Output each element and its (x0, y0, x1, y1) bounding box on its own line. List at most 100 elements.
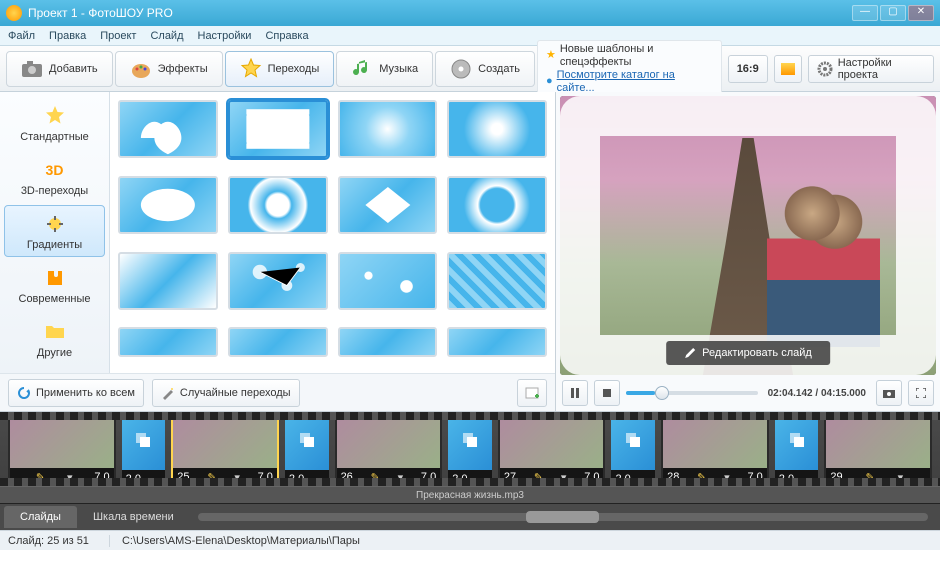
effects-label: Эффекты (158, 63, 208, 75)
status-position: Слайд: 25 из 51 (8, 535, 89, 547)
transitions-button[interactable]: Переходы (225, 51, 335, 87)
camera-icon (21, 58, 43, 80)
aspect-ratio-button[interactable]: 16:9 (728, 55, 768, 83)
slide-thumb[interactable]: ✎▾7.0 (8, 420, 116, 478)
timeline-scrollbar[interactable] (198, 513, 928, 521)
menu-slide[interactable]: Слайд (150, 30, 183, 42)
snapshot-button[interactable] (876, 380, 902, 406)
cat-standard[interactable]: Стандартные (4, 97, 105, 149)
settings-label: Настройки проекта (838, 57, 925, 81)
star-small-icon: ★ (546, 49, 556, 62)
scrollbar-thumb[interactable] (526, 511, 599, 523)
slide-thumb[interactable]: 25✎▾7.0 (171, 420, 279, 478)
transitions-label: Переходы (268, 63, 320, 75)
app-logo-icon (6, 5, 22, 21)
random-button[interactable]: Случайные переходы (152, 379, 300, 407)
pencil-icon (684, 347, 696, 359)
preview-overlay (560, 96, 936, 375)
effects-button[interactable]: Эффекты (115, 51, 223, 87)
info-panel: ★ Новые шаблоны и спецэффекты ● Посмотрите… (537, 40, 722, 98)
transition-slot[interactable]: 2.0 (775, 420, 819, 478)
transition-thumb[interactable] (228, 100, 328, 158)
transition-slot[interactable]: 2.0 (448, 420, 492, 478)
palette-icon (130, 58, 152, 80)
add-transition-button[interactable] (517, 379, 547, 407)
transition-thumb[interactable] (338, 327, 438, 357)
fullscreen-button[interactable] (908, 380, 934, 406)
puzzle-icon (43, 266, 67, 290)
stop-button[interactable] (594, 380, 620, 406)
tab-timeline[interactable]: Шкала времени (77, 506, 190, 528)
menu-project[interactable]: Проект (100, 30, 136, 42)
preview-pane: Редактировать слайд 02:04.142 / 04:15.00… (556, 92, 940, 411)
status-path: C:\Users\AMS-Elena\Desktop\Материалы\Пар… (109, 535, 360, 547)
slide-thumb[interactable]: 27✎▾7.0 (498, 420, 606, 478)
cat-modern[interactable]: Современные (4, 259, 105, 311)
slides-row: ✎▾7.02.025✎▾7.02.026✎▾7.02.027✎▾7.02.028… (0, 420, 940, 478)
edit-slide-button[interactable]: Редактировать слайд (666, 341, 830, 365)
music-label: Музыка (379, 63, 418, 75)
audio-track[interactable]: Прекрасная жизнь.mp3 (0, 486, 940, 504)
slide-thumb[interactable]: 29✎▾ (824, 420, 932, 478)
window-title: Проект 1 - ФотоШОУ PRO (28, 6, 173, 20)
transition-thumb[interactable] (447, 327, 547, 357)
tab-slides[interactable]: Слайды (4, 506, 77, 528)
minimize-button[interactable]: — (852, 5, 878, 21)
transition-thumb[interactable] (228, 252, 328, 310)
3d-icon: 3D (43, 158, 67, 182)
gear-icon (817, 61, 833, 77)
transition-thumb[interactable] (118, 327, 218, 357)
project-settings-button[interactable]: Настройки проекта (808, 55, 934, 83)
plus-icon (524, 385, 540, 401)
menu-edit[interactable]: Правка (49, 30, 86, 42)
transition-thumb[interactable] (338, 252, 438, 310)
transition-thumb[interactable] (338, 176, 438, 234)
category-list: Стандартные 3D3D-переходы Градиенты Совр… (0, 92, 110, 373)
gradient-icon (43, 212, 67, 236)
transition-thumb[interactable] (118, 176, 218, 234)
transition-thumb[interactable] (228, 327, 328, 357)
menu-settings[interactable]: Настройки (198, 30, 252, 42)
transition-thumb[interactable] (447, 252, 547, 310)
star-icon (43, 104, 67, 128)
music-button[interactable]: Музыка (336, 51, 433, 87)
cat-3d[interactable]: 3D3D-переходы (4, 151, 105, 203)
close-button[interactable]: ✕ (908, 5, 934, 21)
transition-thumb[interactable] (118, 100, 218, 158)
disc-icon (450, 58, 472, 80)
pause-button[interactable] (562, 380, 588, 406)
catalog-link[interactable]: Посмотрите каталог на сайте... (557, 69, 713, 95)
cat-other[interactable]: Другие (4, 313, 105, 365)
main-toolbar: Добавить Эффекты Переходы Музыка Создать… (0, 46, 940, 92)
add-label: Добавить (49, 63, 98, 75)
slide-thumb[interactable]: 28✎▾7.0 (661, 420, 769, 478)
transition-thumb[interactable] (447, 100, 547, 158)
info-line1: Новые шаблоны и спецэффекты (560, 43, 713, 69)
filmstrip-top (0, 412, 940, 420)
seek-knob[interactable] (655, 386, 669, 400)
menu-file[interactable]: Файл (8, 30, 35, 42)
menu-help[interactable]: Справка (265, 30, 308, 42)
transition-thumb[interactable] (228, 176, 328, 234)
create-button[interactable]: Создать (435, 51, 535, 87)
transition-thumb[interactable] (338, 100, 438, 158)
refresh-icon (17, 386, 31, 400)
transition-slot[interactable]: 2.0 (611, 420, 655, 478)
slide-thumb[interactable]: 26✎▾7.0 (335, 420, 443, 478)
cat-gradients[interactable]: Градиенты (4, 205, 105, 257)
preview-viewport: Редактировать слайд (560, 96, 936, 375)
seek-bar[interactable] (626, 391, 758, 395)
maximize-button[interactable]: ▢ (880, 5, 906, 21)
globe-icon: ● (546, 75, 553, 88)
transition-thumb[interactable] (447, 176, 547, 234)
apply-all-button[interactable]: Применить ко всем (8, 379, 144, 407)
titlebar: Проект 1 - ФотоШОУ PRO — ▢ ✕ (0, 0, 940, 26)
theme-button[interactable] (774, 55, 802, 83)
transition-slot[interactable]: 2.0 (285, 420, 329, 478)
music-icon (351, 58, 373, 80)
transition-thumb[interactable] (118, 252, 218, 310)
statusbar: Слайд: 25 из 51 C:\Users\AMS-Elena\Deskt… (0, 530, 940, 550)
transition-grid (110, 92, 555, 373)
transition-slot[interactable]: 2.0 (122, 420, 166, 478)
add-button[interactable]: Добавить (6, 51, 113, 87)
